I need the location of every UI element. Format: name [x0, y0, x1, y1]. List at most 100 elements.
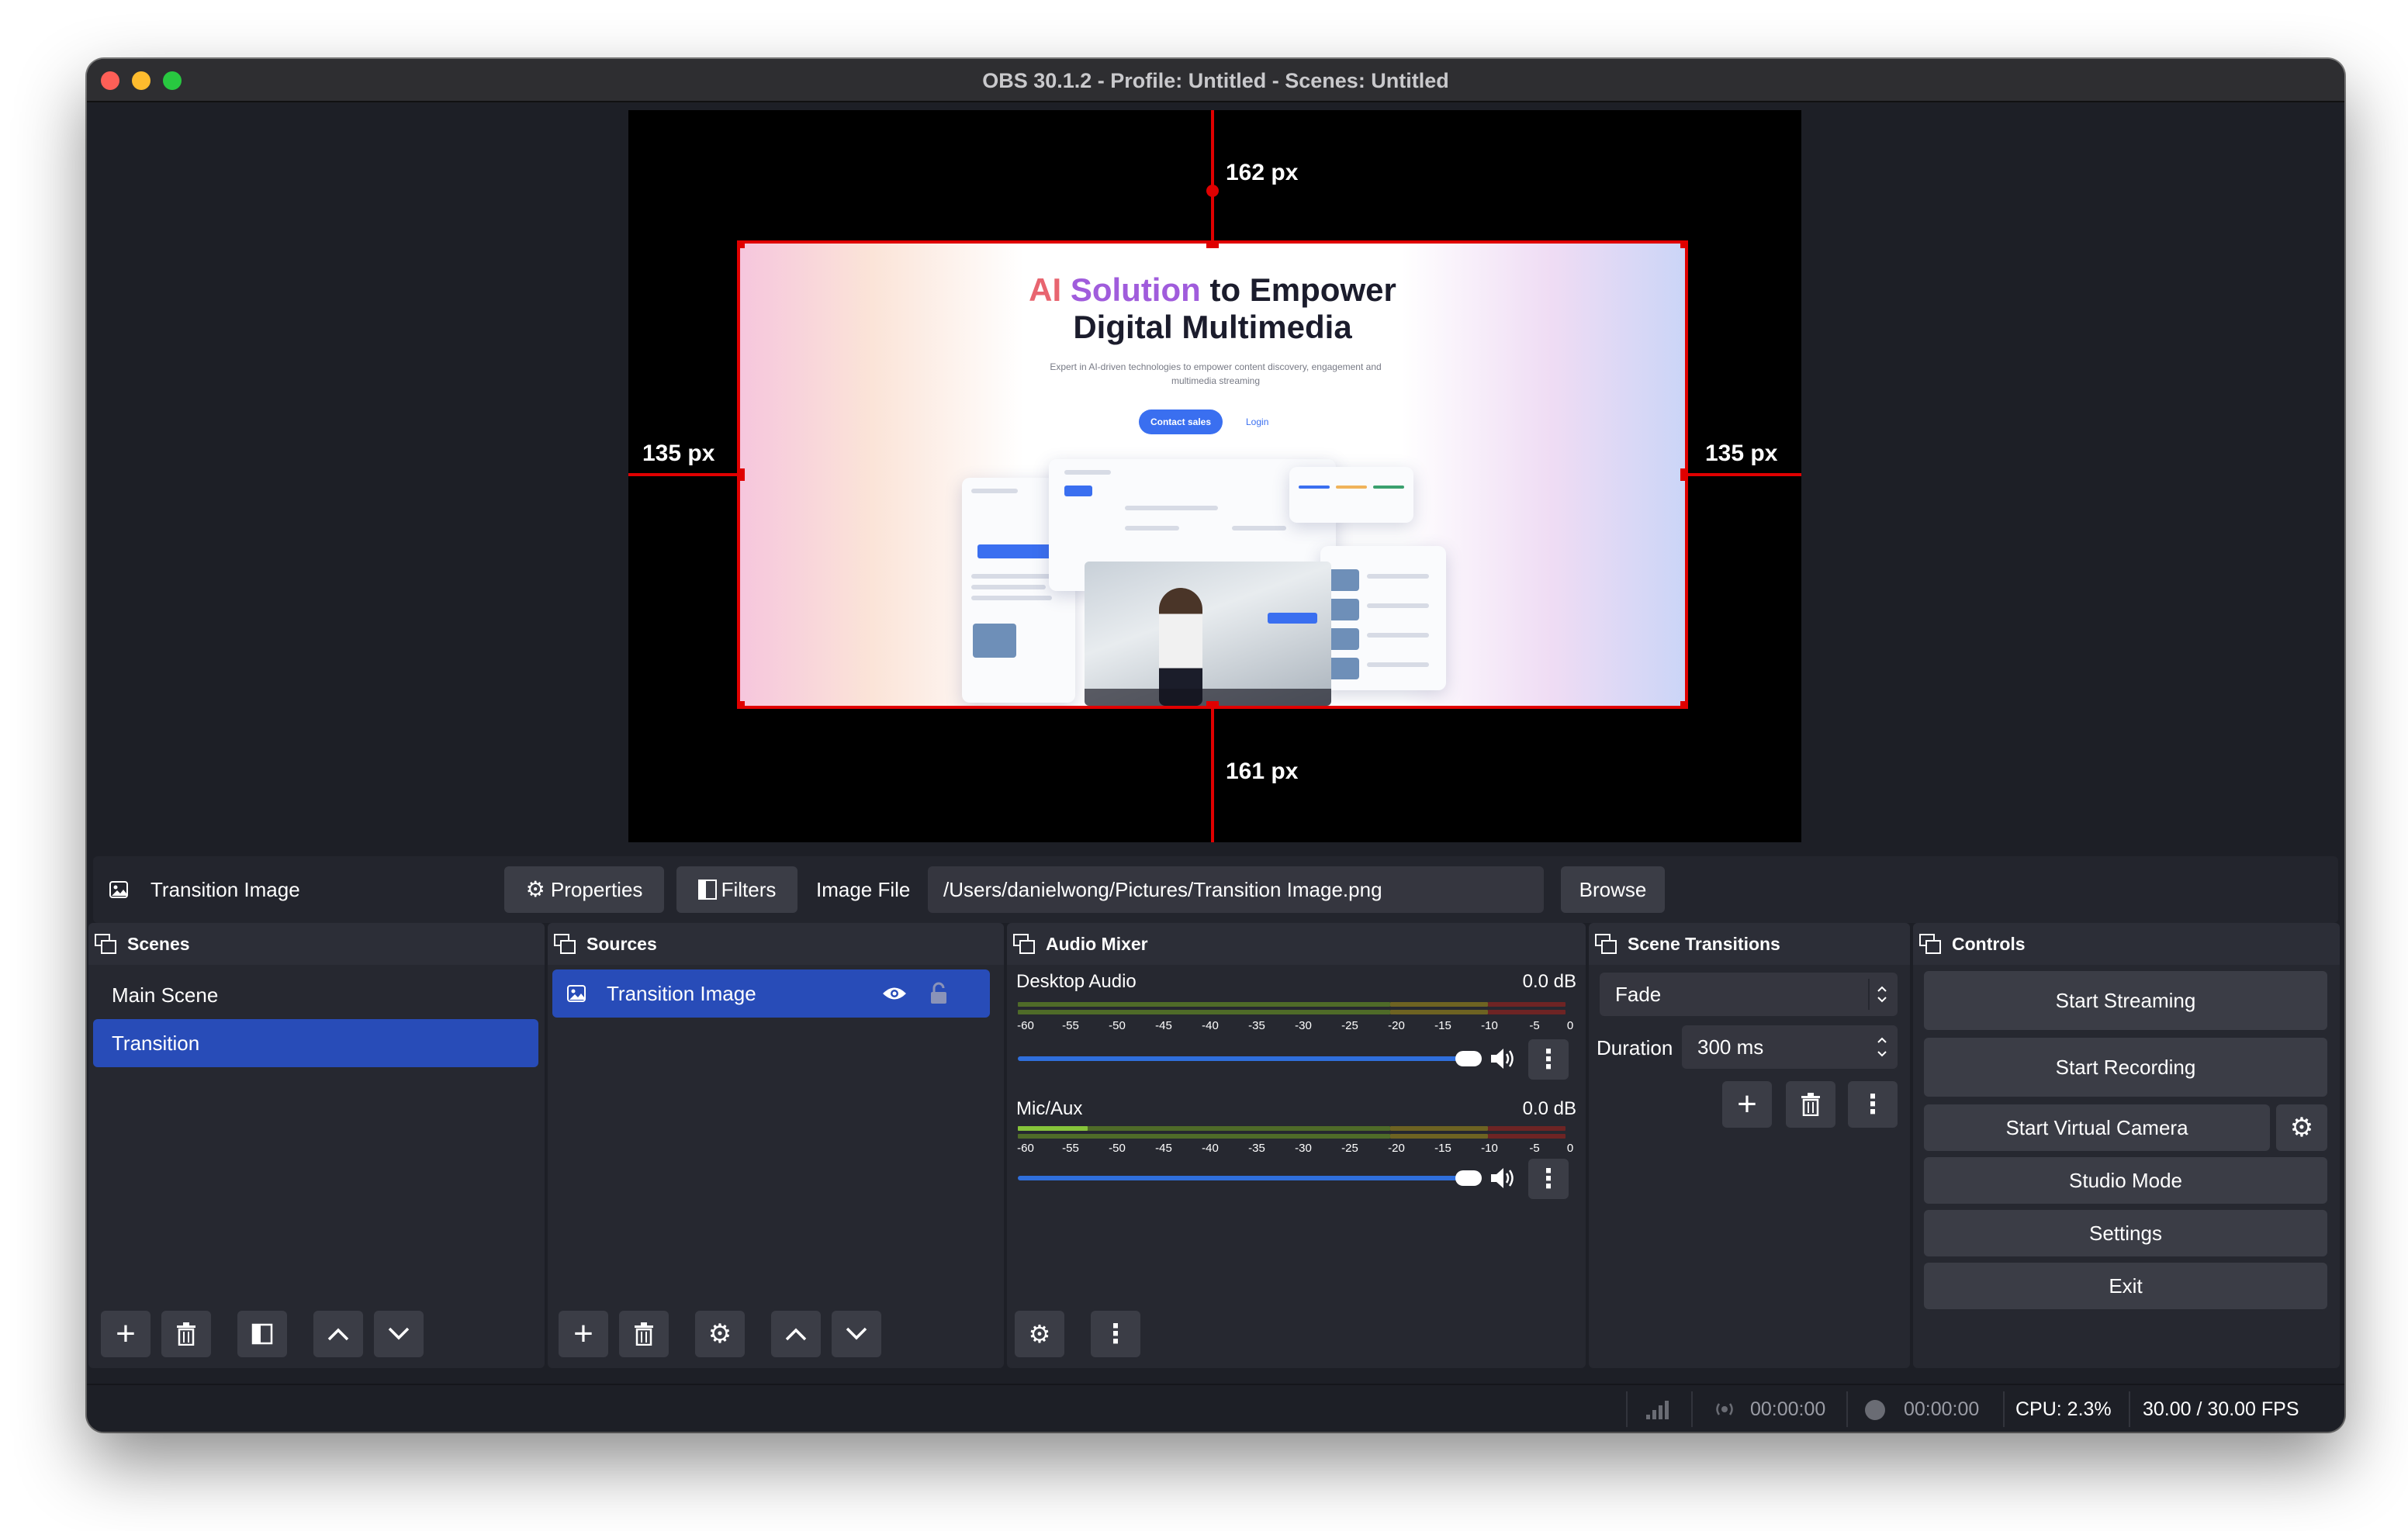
source-item-transition-image[interactable]: Transition Image	[552, 969, 990, 1018]
desktop-audio-meter-red	[1488, 1002, 1566, 1007]
sources-title: Sources	[586, 934, 657, 954]
filter-icon	[697, 880, 717, 900]
resize-handle-br[interactable]	[1680, 701, 1685, 706]
right-distance-label: 135 px	[1705, 441, 1778, 466]
chevron-updown-icon	[1877, 1037, 1887, 1057]
top-distance-label: 162 px	[1226, 160, 1299, 185]
remove-transition-button[interactable]	[1786, 1081, 1835, 1128]
image-icon	[109, 881, 128, 898]
source-properties-bar: Transition Image ⚙ Properties Filters Im…	[93, 856, 2338, 923]
transition-image-source[interactable]: AI Solution to Empower Digital Multimedi…	[737, 240, 1688, 709]
bottom-distance-label: 161 px	[1226, 759, 1299, 784]
duration-spinbox[interactable]: 300 ms	[1682, 1025, 1898, 1069]
image-icon	[567, 985, 586, 1002]
mic-aux-name: Mic/Aux	[1016, 1098, 1083, 1119]
resize-handle-tr[interactable]	[1680, 244, 1685, 248]
desktop-audio-level: 0.0 dB	[1522, 971, 1576, 992]
start-virtual-camera-button[interactable]: Start Virtual Camera	[1924, 1104, 2270, 1151]
audio-mixer-title: Audio Mixer	[1046, 934, 1148, 954]
scene-item-main-scene[interactable]: Main Scene	[93, 971, 538, 1019]
scene-filters-button[interactable]	[237, 1311, 287, 1357]
audio-mixer-menu-button[interactable]: ⋮	[1091, 1311, 1140, 1357]
lock-icon[interactable]	[929, 982, 948, 1005]
resize-handle-bc[interactable]	[1206, 701, 1219, 706]
start-recording-button[interactable]: Start Recording	[1924, 1038, 2327, 1097]
move-source-down-button[interactable]	[832, 1311, 881, 1357]
mic-aux-meter-green-2	[1018, 1134, 1390, 1139]
chevron-down-icon	[846, 1327, 867, 1340]
window-title: OBS 30.1.2 - Profile: Untitled - Scenes:…	[982, 69, 1449, 92]
settings-button[interactable]: Settings	[1924, 1210, 2327, 1256]
desktop-audio-ticks: -60 -55 -50 -45 -40 -35 -30 -25 -20 -15 …	[1017, 1019, 1574, 1032]
scenes-dock: Scenes Main Scene Transition +	[88, 923, 545, 1368]
resize-handle-bl[interactable]	[740, 701, 745, 706]
speaker-icon[interactable]	[1489, 1047, 1517, 1070]
duration-label: Duration	[1597, 1036, 1673, 1059]
right-guide-line	[1688, 473, 1801, 476]
mic-aux-ticks: -60 -55 -50 -45 -40 -35 -30 -25 -20 -15 …	[1017, 1142, 1574, 1155]
mic-aux-slider-thumb[interactable]	[1455, 1170, 1482, 1186]
exit-button[interactable]: Exit	[1924, 1263, 2327, 1309]
add-transition-button[interactable]: +	[1722, 1081, 1772, 1128]
advanced-audio-button[interactable]: ⚙	[1015, 1311, 1064, 1357]
desktop-audio-slider-thumb[interactable]	[1455, 1051, 1482, 1066]
desktop-audio-meter-yellow	[1390, 1002, 1488, 1007]
trash-icon	[1801, 1093, 1820, 1116]
source-properties-button[interactable]: ⚙	[695, 1311, 745, 1357]
resize-handle-tc[interactable]	[1206, 244, 1219, 248]
left-distance-label: 135 px	[642, 441, 715, 466]
chevron-updown-icon	[1877, 986, 1887, 1003]
add-source-button[interactable]: +	[559, 1311, 608, 1357]
desktop-audio-volume-slider[interactable]	[1018, 1056, 1468, 1061]
browse-button[interactable]: Browse	[1561, 866, 1665, 913]
resize-handle-mr[interactable]	[1680, 468, 1685, 481]
image-login-link: Login	[1246, 416, 1269, 427]
preview-canvas[interactable]: 162 px 161 px 135 px 135 px AI Solution …	[628, 110, 1801, 842]
scene-item-transition[interactable]: Transition	[93, 1019, 538, 1067]
remove-source-button[interactable]	[619, 1311, 669, 1357]
move-scene-up-button[interactable]	[313, 1311, 363, 1357]
start-streaming-button[interactable]: Start Streaming	[1924, 971, 2327, 1030]
scene-transitions-title: Scene Transitions	[1628, 934, 1780, 954]
properties-button[interactable]: ⚙ Properties	[504, 866, 664, 913]
plus-icon: +	[573, 1315, 593, 1353]
trash-icon	[635, 1322, 653, 1346]
scene-transitions-dock: Scene Transitions Fade Duration 300 ms +…	[1589, 923, 1910, 1368]
remove-scene-button[interactable]	[161, 1311, 211, 1357]
stats-card-mockup	[1289, 467, 1413, 523]
sources-dock: Sources Transition Image + ⚙	[548, 923, 1004, 1368]
image-file-label: Image File	[816, 878, 911, 901]
mic-aux-level: 0.0 dB	[1522, 1098, 1576, 1119]
image-file-path-field[interactable]: /Users/danielwong/Pictures/Transition Im…	[928, 866, 1544, 913]
resize-handle-ml[interactable]	[740, 468, 745, 481]
mic-aux-meter-active	[1018, 1126, 1088, 1131]
speaker-icon[interactable]	[1489, 1166, 1517, 1190]
desktop-audio-menu-button[interactable]: ⋮	[1528, 1039, 1569, 1080]
preview-area: 162 px 161 px 135 px 135 px AI Solution …	[87, 102, 2344, 903]
title-bar: OBS 30.1.2 - Profile: Untitled - Scenes:…	[87, 59, 2344, 102]
studio-mode-button[interactable]: Studio Mode	[1924, 1157, 2327, 1204]
resize-handle-tl[interactable]	[740, 244, 745, 248]
mic-aux-menu-button[interactable]: ⋮	[1528, 1159, 1569, 1199]
top-guide-dot	[1206, 185, 1219, 197]
gear-icon: ⚙	[708, 1319, 732, 1349]
cpu-usage: CPU: 2.3%	[2015, 1398, 2112, 1420]
mic-aux-volume-slider[interactable]	[1018, 1176, 1468, 1180]
audio-mixer-dock: Audio Mixer Desktop Audio 0.0 dB -60 -55…	[1007, 923, 1586, 1368]
plus-icon: +	[116, 1315, 136, 1353]
filters-button[interactable]: Filters	[676, 866, 797, 913]
move-scene-down-button[interactable]	[374, 1311, 424, 1357]
more-vertical-icon: ⋮	[1535, 1164, 1562, 1194]
add-scene-button[interactable]: +	[101, 1311, 150, 1357]
streaming-icon	[1716, 1403, 1733, 1415]
gear-icon: ⚙	[2289, 1113, 2314, 1142]
move-source-up-button[interactable]	[771, 1311, 821, 1357]
dock-icon	[554, 934, 576, 954]
virtual-camera-settings-button[interactable]: ⚙	[2276, 1104, 2327, 1151]
eye-icon[interactable]	[881, 985, 908, 1002]
dock-icon	[1919, 934, 1941, 954]
transition-type-select[interactable]: Fade	[1600, 973, 1898, 1016]
advanced-audio-icon: ⚙	[1028, 1320, 1051, 1348]
mic-aux-meter-yellow	[1390, 1126, 1488, 1131]
transition-properties-button[interactable]: ⋮	[1848, 1081, 1898, 1128]
